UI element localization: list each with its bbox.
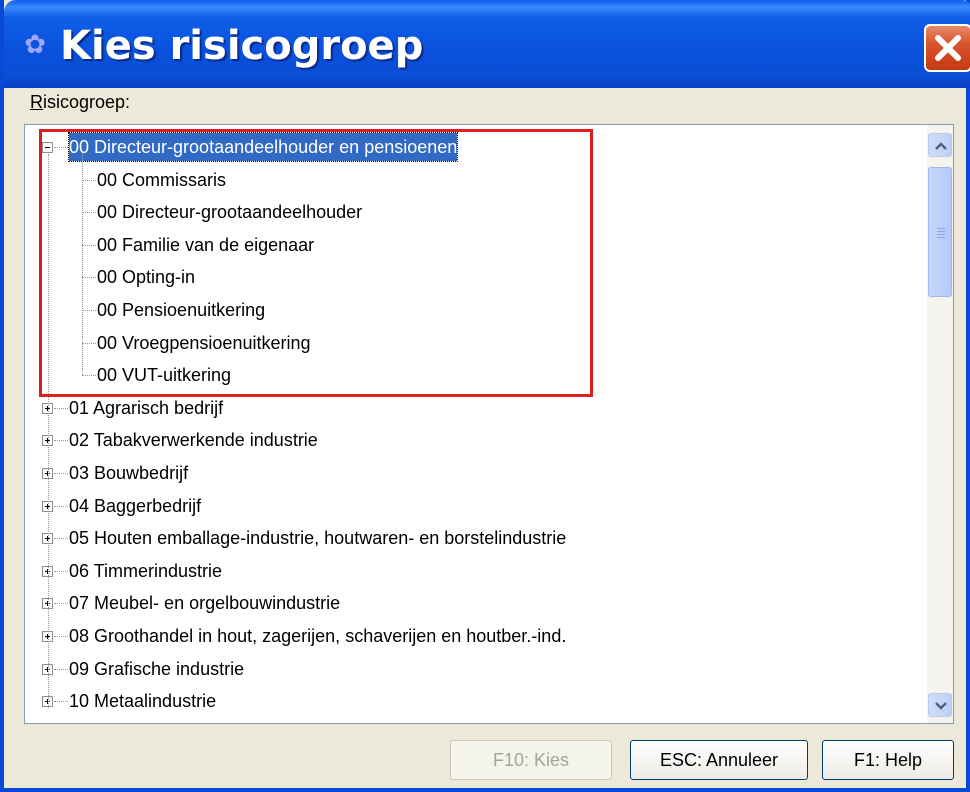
tree-connector — [82, 277, 96, 279]
app-icon: ✿ — [24, 30, 46, 60]
tree-node-label: 03 Bouwbedrijf — [69, 463, 189, 483]
help-button[interactable]: F1: Help — [822, 740, 954, 780]
tree-connector — [54, 668, 68, 670]
tree-connector — [82, 179, 96, 181]
title-bar[interactable]: ✿ Kies risicogroep — [4, 0, 970, 88]
dialog-window: ✿ Kies risicogroep Risicogroep: 00 Direc… — [0, 0, 970, 792]
tree-node-label: 00 Familie van de eigenaar — [97, 234, 315, 255]
tree-node-label: 00 Opting-in — [97, 267, 196, 288]
tree-connector — [54, 701, 68, 703]
tree-node-label: 09 Grafische industrie — [69, 658, 245, 679]
tree-node-label: 00 Directeur-grootaandeelhouder en pensi… — [67, 132, 459, 162]
tree-node-label: 04 Baggerbedrijf — [69, 495, 202, 516]
tree-connector — [82, 212, 96, 214]
window-title: Kies risicogroep — [60, 23, 424, 69]
tree-node-label: 00 VUT-uitkering — [97, 365, 232, 386]
tree-node-label: 10 Metaalindustrie — [69, 691, 217, 712]
tree-node-label: 08 Groothandel in hout, zagerijen, schav… — [69, 626, 567, 646]
scroll-grip-line — [937, 237, 945, 238]
kies-button[interactable]: F10: Kies — [450, 740, 612, 780]
tree-node-label: 07 Meubel- en orgelbouwindustrie — [69, 593, 341, 614]
vertical-scrollbar[interactable] — [927, 125, 953, 723]
tree-node-label: 02 Tabakverwerkende industrie — [69, 430, 318, 451]
annuleer-button[interactable]: ESC: Annuleer — [630, 740, 808, 780]
scroll-grip-line — [937, 228, 945, 229]
scroll-up-button[interactable] — [928, 133, 952, 157]
tree-connector — [54, 570, 68, 572]
tree-node-label: 00 Directeur-grootaandeelhouder — [97, 202, 363, 223]
tree-connector — [54, 603, 68, 605]
tree-connector — [48, 154, 49, 709]
risicogroep-label: Risicogroep: — [30, 92, 131, 112]
tree-connector — [82, 153, 83, 376]
tree-connector — [54, 636, 68, 637]
tree-node-label: 05 Houten emballage-industrie, houtwaren… — [69, 528, 567, 549]
tree-connector — [82, 342, 96, 344]
scroll-grip-line — [937, 234, 945, 235]
chevron-up-icon — [935, 142, 947, 150]
tree-connector — [54, 473, 68, 474]
close-button[interactable] — [924, 24, 970, 72]
tree-connector — [54, 505, 68, 507]
tree-node-label: 00 Commissaris — [97, 169, 227, 190]
tree-node-label: 00 Pensioenuitkering — [97, 300, 266, 320]
scroll-thumb[interactable] — [928, 167, 952, 297]
chevron-down-icon — [935, 702, 947, 710]
tree-connector — [54, 407, 68, 409]
collapse-icon[interactable] — [42, 142, 53, 153]
tree-node-label: 00 Vroegpensioenuitkering — [97, 332, 311, 353]
scroll-grip-line — [937, 231, 945, 232]
risicogroep-tree[interactable]: 00 Directeur-grootaandeelhouder en pensi… — [24, 124, 954, 724]
tree-connector — [82, 310, 96, 311]
tree-connector — [54, 538, 68, 540]
tree-node-label: 06 Timmerindustrie — [69, 560, 223, 581]
tree-connector — [54, 440, 68, 442]
tree-node-label: 01 Agrarisch bedrijf — [69, 397, 224, 418]
tree-connector — [54, 147, 68, 148]
close-icon — [935, 35, 961, 61]
tree-connector — [82, 244, 96, 246]
scroll-down-button[interactable] — [928, 693, 952, 717]
tree-connector — [82, 375, 96, 377]
